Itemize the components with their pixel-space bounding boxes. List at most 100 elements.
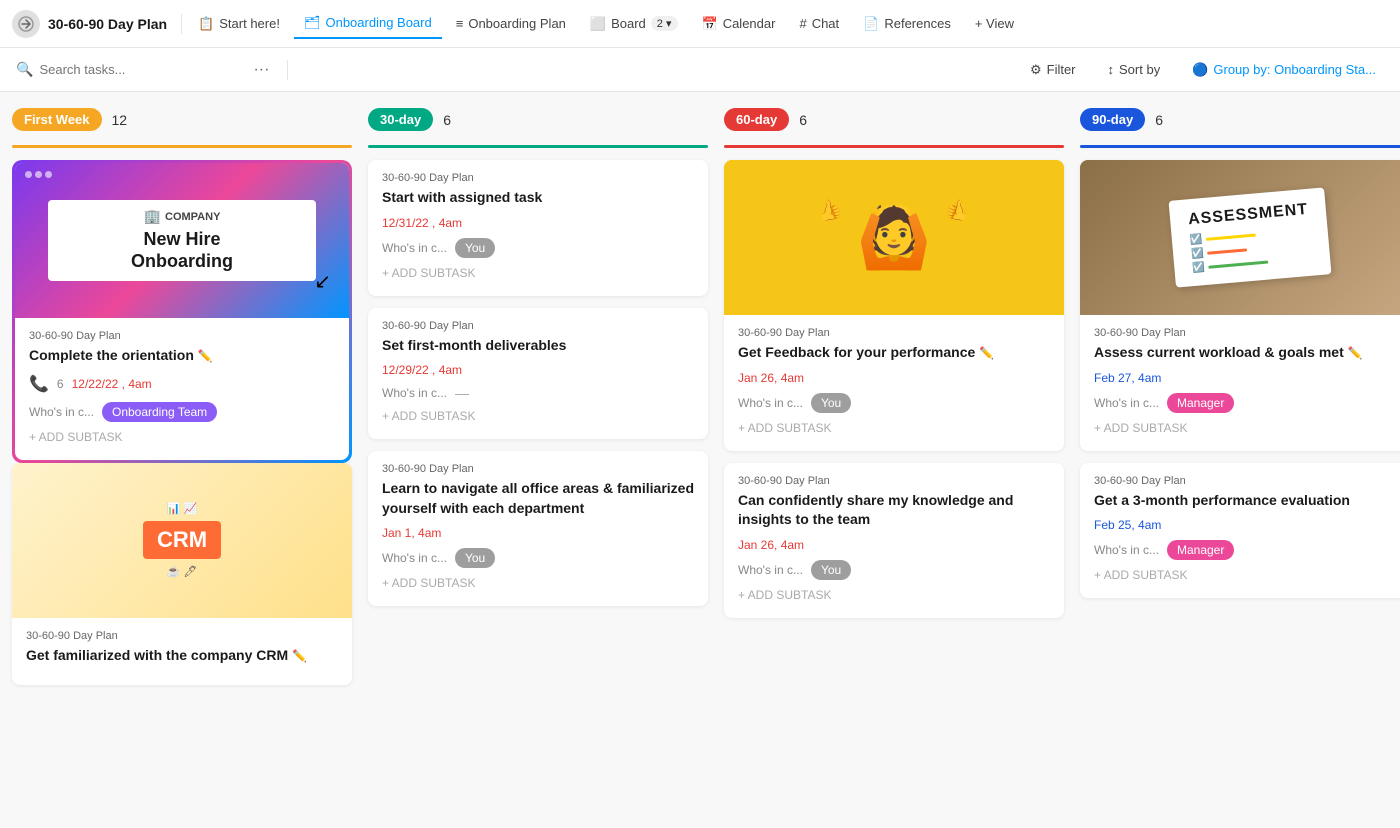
nav-label-calendar: Calendar: [723, 16, 776, 31]
column-count-first-week: 12: [112, 112, 128, 128]
add-subtask-assess[interactable]: + ADD SUBTASK: [1094, 417, 1400, 439]
who-badge-orientation: Onboarding Team: [102, 402, 217, 422]
card-date-row-navigate: Jan 1, 4am: [382, 526, 694, 540]
card-date-orientation: 12/22/22 , 4am: [72, 377, 152, 391]
filter-button[interactable]: ⚙ Filter: [1022, 58, 1084, 82]
card-date-assess: Feb 27, 4am: [1094, 371, 1161, 385]
app-logo: [12, 10, 40, 38]
subtask-count: 6: [57, 377, 64, 391]
card-share-insights: 30-60-90 Day Plan Can confidently share …: [724, 463, 1064, 618]
who-label-feedback: Who's in c...: [738, 396, 803, 410]
card-body-eval: 30-60-90 Day Plan Get a 3-month performa…: [1080, 463, 1400, 599]
column-count-90: 6: [1155, 112, 1163, 128]
nav-label-add-view: + View: [975, 16, 1014, 31]
column-tag-30: 30-day: [368, 108, 433, 131]
nav-label-start-here: Start here!: [219, 16, 280, 31]
subtask-icon: 📞: [29, 374, 49, 394]
card-project-deliverables: 30-60-90 Day Plan: [382, 320, 694, 332]
add-subtask-assigned[interactable]: + ADD SUBTASK: [382, 262, 694, 284]
card-date-row-deliverables: 12/29/22 , 4am: [382, 363, 694, 377]
add-subtask-navigate[interactable]: + ADD SUBTASK: [382, 572, 694, 594]
add-subtask-share[interactable]: + ADD SUBTASK: [738, 584, 1050, 606]
clipboard-icon: 📋: [198, 16, 214, 32]
nav-item-chat[interactable]: # Chat: [789, 10, 849, 37]
card-title-text-orientation: Complete the orientation: [29, 347, 194, 363]
onboarding-card-inner: 🏢 COMPANY New HireOnboarding: [48, 200, 315, 280]
card-date-eval: Feb 25, 4am: [1094, 518, 1161, 532]
nav-item-start-here[interactable]: 📋 Start here!: [188, 10, 290, 38]
card-date-row-eval: Feb 25, 4am: [1094, 518, 1400, 532]
add-subtask-deliverables[interactable]: + ADD SUBTASK: [382, 405, 694, 427]
dot-1: [25, 171, 32, 178]
who-badge-assess: Manager: [1167, 393, 1234, 413]
dot-3: [45, 171, 52, 178]
edit-icon-crm: ✏️: [292, 649, 307, 663]
nav-item-board[interactable]: ⬜ Board 2 ▾: [580, 10, 688, 38]
column-tag-90: 90-day: [1080, 108, 1145, 131]
crm-image: 📊 📈 CRM ☕ 🖊: [12, 463, 352, 618]
card-who-row-navigate: Who's in c... You: [382, 548, 694, 568]
list-icon: ≡: [456, 16, 464, 31]
card-project-assigned: 30-60-90 Day Plan: [382, 172, 694, 184]
who-label-navigate: Who's in c...: [382, 551, 447, 565]
calendar-icon: 📅: [702, 16, 718, 32]
card-who-row-assigned: Who's in c... You: [382, 238, 694, 258]
crm-badge: CRM: [143, 521, 221, 559]
nav-item-add-view[interactable]: + View: [965, 10, 1024, 37]
card-assess: ASSESSMENT ☑️ ☑️ ☑️ 30-60-90 Day Plan As…: [1080, 160, 1400, 451]
company-logo-row: 🏢 COMPANY: [56, 208, 307, 225]
column-tag-60: 60-day: [724, 108, 789, 131]
card-title-feedback: Get Feedback for your performance ✏️: [738, 343, 1050, 363]
column-first-week: First Week 12 🏢 COMPANY: [12, 108, 352, 697]
company-name-label: COMPANY: [165, 211, 220, 223]
card-title-text-assess: Assess current workload & goals met: [1094, 344, 1344, 360]
onboarding-image: 🏢 COMPANY New HireOnboarding ↙: [15, 163, 349, 318]
card-project-feedback: 30-60-90 Day Plan: [738, 327, 1050, 339]
company-icon: 🏢: [144, 208, 161, 225]
group-by-label: Group by: Onboarding Sta...: [1213, 62, 1376, 77]
card-date-navigate: Jan 1, 4am: [382, 526, 441, 540]
board-icon: 🗂: [304, 15, 321, 31]
card-title-crm: Get familiarized with the company CRM ✏️: [26, 646, 338, 666]
search-area: 🔍 ···: [16, 57, 1014, 83]
card-title-share: Can confidently share my knowledge and i…: [738, 491, 1050, 530]
group-by-button[interactable]: 🔵 Group by: Onboarding Sta...: [1184, 58, 1384, 82]
add-subtask-orientation[interactable]: + ADD SUBTASK: [29, 426, 335, 448]
card-title-eval: Get a 3-month performance evaluation: [1094, 491, 1400, 511]
header: 30-60-90 Day Plan 📋 Start here! 🗂 Onboar…: [0, 0, 1400, 48]
card-date-row-share: Jan 26, 4am: [738, 538, 1050, 552]
column-header-30: 30-day 6: [368, 108, 708, 131]
card-crm: 📊 📈 CRM ☕ 🖊 30-60-90 Day Plan Get famili…: [12, 463, 352, 686]
card-title-orientation: Complete the orientation ✏️: [29, 346, 335, 366]
card-body-orientation: 30-60-90 Day Plan Complete the orientati…: [15, 318, 349, 460]
more-options-button[interactable]: ···: [245, 57, 277, 83]
add-subtask-eval[interactable]: + ADD SUBTASK: [1094, 564, 1400, 586]
group-icon: 🔵: [1192, 62, 1208, 78]
nav-label-chat: Chat: [812, 16, 839, 31]
search-input[interactable]: [39, 62, 239, 77]
perf-figure-icon: 🙆: [857, 208, 932, 268]
nav-divider-1: [181, 14, 182, 34]
column-count-30: 6: [443, 112, 451, 128]
nav-label-board: Board: [611, 16, 646, 31]
card-who-row-orientation: Who's in c... Onboarding Team: [29, 402, 335, 422]
assessment-label: ASSESSMENT: [1187, 201, 1308, 229]
column-60-day: 60-day 6 🙆 👍 👍 30-60-90 Day Plan Ge: [724, 108, 1064, 630]
card-project-share: 30-60-90 Day Plan: [738, 475, 1050, 487]
who-label-assigned: Who's in c...: [382, 241, 447, 255]
card-date-feedback: Jan 26, 4am: [738, 371, 804, 385]
nav-label-references: References: [884, 16, 950, 31]
column-30-day: 30-day 6 30-60-90 Day Plan Start with as…: [368, 108, 708, 618]
nav-item-onboarding-board[interactable]: 🗂 Onboarding Board: [294, 9, 442, 39]
card-body-assess: 30-60-90 Day Plan Assess current workloa…: [1080, 315, 1400, 451]
sort-button[interactable]: ↕ Sort by: [1100, 58, 1169, 81]
nav-item-calendar[interactable]: 📅 Calendar: [692, 10, 786, 38]
board: First Week 12 🏢 COMPANY: [0, 92, 1400, 828]
nav-item-onboarding-plan[interactable]: ≡ Onboarding Plan: [446, 10, 576, 37]
add-subtask-feedback[interactable]: + ADD SUBTASK: [738, 417, 1050, 439]
toolbar-right: ⚙ Filter ↕ Sort by 🔵 Group by: Onboardin…: [1022, 58, 1384, 82]
column-header-first-week: First Week 12: [12, 108, 352, 131]
nav-item-references[interactable]: 📄 References: [853, 10, 961, 38]
card-date-row-feedback: Jan 26, 4am: [738, 371, 1050, 385]
card-project-crm: 30-60-90 Day Plan: [26, 630, 338, 642]
